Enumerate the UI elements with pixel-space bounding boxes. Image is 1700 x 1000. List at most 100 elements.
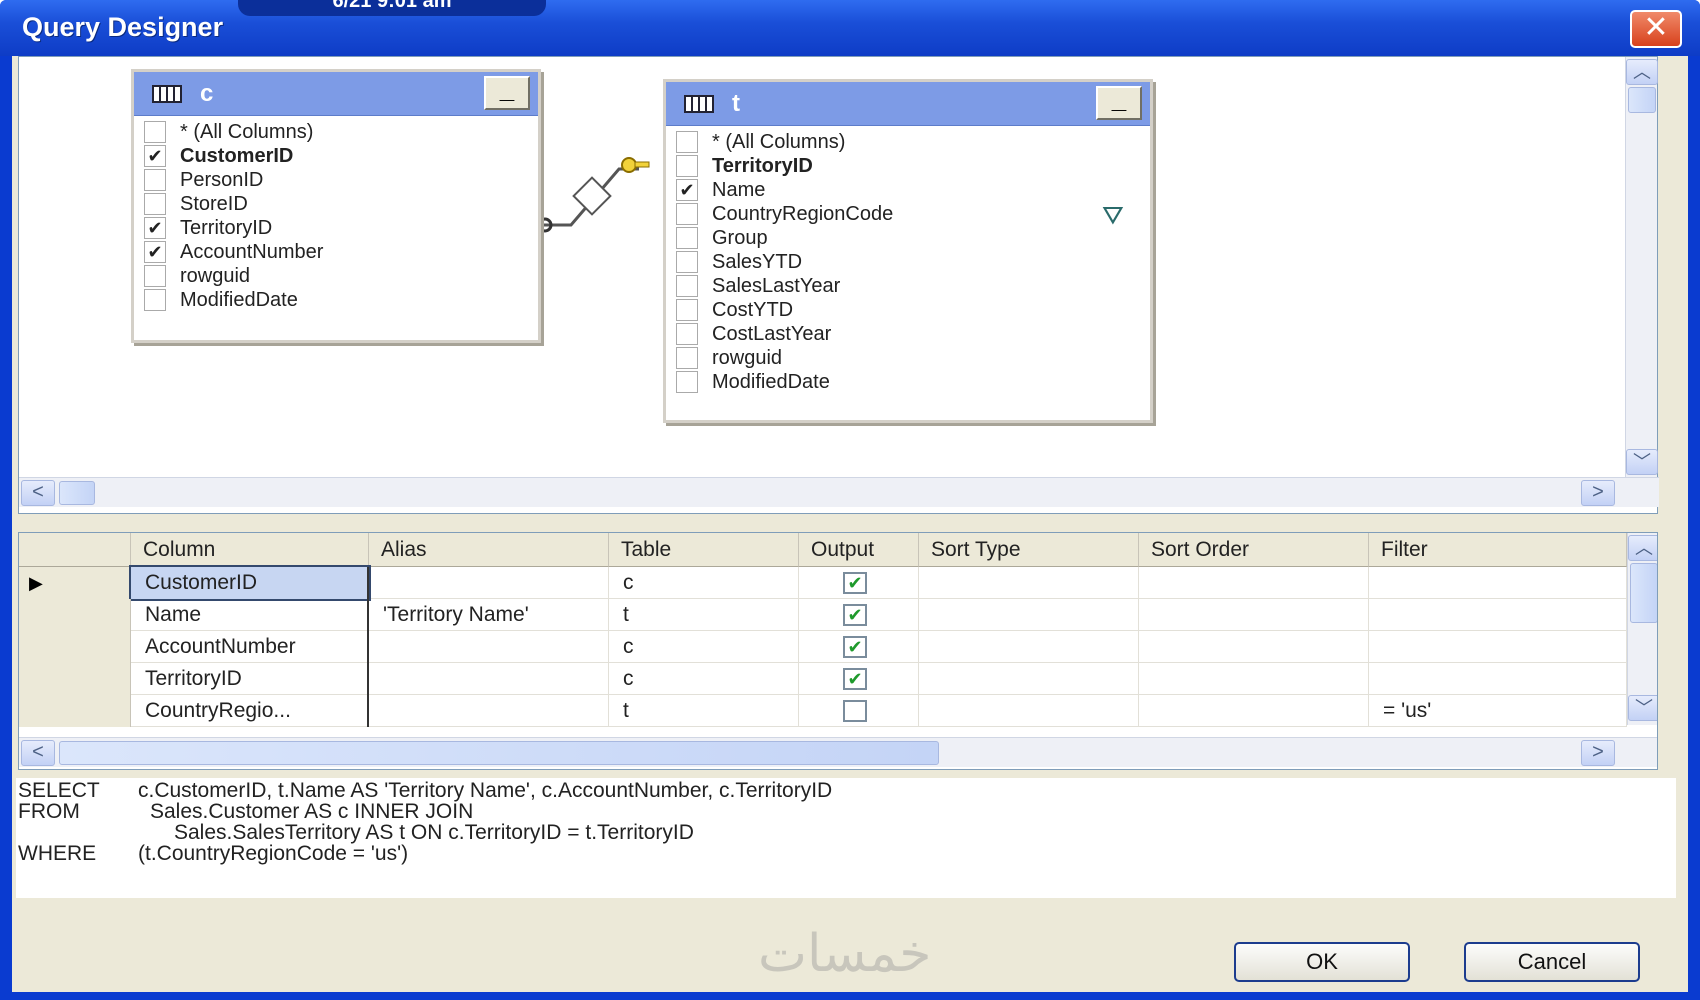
scroll-left-icon[interactable]: <	[21, 480, 55, 506]
table-column-row[interactable]: rowguid	[672, 346, 1144, 370]
output-checkbox-checked[interactable]: ✔	[843, 668, 867, 690]
column-checkbox[interactable]	[676, 299, 698, 321]
table-column-row[interactable]: ✔ Name	[672, 178, 1144, 202]
column-checkbox-checked[interactable]: ✔	[676, 179, 698, 201]
output-checkbox-checked[interactable]: ✔	[843, 572, 867, 594]
grid-header-output[interactable]: Output	[799, 533, 919, 567]
diagram-pane[interactable]: c _ * (All Columns) ✔ CustomerID PersonID St…	[18, 56, 1659, 514]
grid-cell-filter[interactable]	[1369, 599, 1627, 631]
row-selector[interactable]	[19, 695, 131, 727]
table-row[interactable]: CountryRegio... t = 'us'	[19, 695, 1627, 727]
column-checkbox[interactable]	[144, 265, 166, 287]
column-checkbox[interactable]	[676, 347, 698, 369]
table-column-row[interactable]: CostLastYear	[672, 322, 1144, 346]
output-checkbox-checked[interactable]: ✔	[843, 604, 867, 626]
column-checkbox[interactable]	[676, 371, 698, 393]
table-row[interactable]: ▶ CustomerID c ✔	[19, 565, 1627, 601]
grid-horizontal-scrollbar[interactable]: < >	[19, 737, 1657, 767]
output-checkbox-checked[interactable]: ✔	[843, 636, 867, 658]
grid-cell-sort-order[interactable]	[1139, 663, 1369, 695]
criteria-grid[interactable]: Column Alias Table Output Sort Type Sort…	[18, 532, 1658, 770]
column-checkbox[interactable]	[676, 203, 698, 225]
column-checkbox-checked[interactable]: ✔	[144, 241, 166, 263]
grid-cell-alias[interactable]: 'Territory Name'	[369, 599, 609, 631]
minimize-button[interactable]: _	[1096, 86, 1142, 120]
grid-cell-alias[interactable]	[369, 567, 609, 599]
grid-cell-column[interactable]: TerritoryID	[131, 663, 369, 695]
grid-cell-filter[interactable]	[1369, 663, 1627, 695]
grid-cell-sort-order[interactable]	[1139, 695, 1369, 727]
grid-cell-table[interactable]: c	[609, 631, 799, 663]
table-column-row[interactable]: ✔ TerritoryID	[140, 216, 532, 240]
grid-cell-sort-type[interactable]	[919, 599, 1139, 631]
table-row[interactable]: Name 'Territory Name' t ✔	[19, 599, 1627, 631]
table-column-row[interactable]: ModifiedDate	[140, 288, 532, 312]
table-column-row[interactable]: PersonID	[140, 168, 532, 192]
row-selector[interactable]	[19, 663, 131, 695]
grid-cell-sort-type[interactable]	[919, 663, 1139, 695]
output-checkbox[interactable]	[843, 700, 867, 722]
table-t-header[interactable]: t _	[666, 82, 1150, 126]
column-checkbox[interactable]	[676, 323, 698, 345]
scroll-right-icon[interactable]: >	[1581, 480, 1615, 506]
grid-header-filter[interactable]: Filter	[1369, 533, 1627, 567]
column-checkbox[interactable]	[144, 121, 166, 143]
grid-vscroll-thumb[interactable]	[1630, 563, 1657, 623]
table-column-row[interactable]: CountryRegionCode ⛛	[672, 200, 1144, 230]
column-checkbox[interactable]	[676, 275, 698, 297]
table-column-row[interactable]: * (All Columns)	[672, 130, 1144, 154]
table-column-row[interactable]: ModifiedDate	[672, 370, 1144, 394]
scroll-up-icon[interactable]: ︿	[1626, 59, 1658, 85]
minimize-button[interactable]: _	[484, 76, 530, 110]
table-column-row[interactable]: TerritoryID	[672, 154, 1144, 178]
grid-cell-filter[interactable]	[1369, 631, 1627, 663]
grid-cell-table[interactable]: t	[609, 599, 799, 631]
column-checkbox-checked[interactable]: ✔	[144, 145, 166, 167]
row-selector[interactable]: ▶	[19, 567, 131, 599]
table-row[interactable]: TerritoryID c ✔	[19, 663, 1627, 695]
table-c-header[interactable]: c _	[134, 72, 538, 116]
diagram-hscroll-thumb[interactable]	[59, 481, 95, 505]
grid-header-sort-type[interactable]: Sort Type	[919, 533, 1139, 567]
grid-cell-column[interactable]: Name	[131, 599, 369, 631]
close-button[interactable]: ✕	[1630, 10, 1682, 48]
scroll-left-icon[interactable]: <	[21, 740, 55, 766]
grid-cell-sort-order[interactable]	[1139, 631, 1369, 663]
diagram-vscroll-thumb[interactable]	[1628, 87, 1656, 113]
column-checkbox-checked[interactable]: ✔	[144, 217, 166, 239]
table-row[interactable]: AccountNumber c ✔	[19, 631, 1627, 663]
table-column-row[interactable]: * (All Columns)	[140, 120, 532, 144]
grid-cell-alias[interactable]	[369, 663, 609, 695]
grid-cell-alias[interactable]	[369, 631, 609, 663]
diagram-vertical-scrollbar[interactable]: ︿ ﹀	[1625, 57, 1658, 477]
scroll-down-icon[interactable]: ﹀	[1626, 449, 1658, 475]
table-t[interactable]: t _ * (All Columns) TerritoryID ✔ Name Count…	[663, 79, 1153, 423]
table-column-row[interactable]: CostYTD	[672, 298, 1144, 322]
grid-hscroll-thumb[interactable]	[59, 741, 939, 765]
grid-cell-filter[interactable]: = 'us'	[1369, 695, 1627, 727]
grid-cell-alias[interactable]	[369, 695, 609, 727]
table-column-row[interactable]: rowguid	[140, 264, 532, 288]
column-checkbox[interactable]	[676, 131, 698, 153]
table-column-row[interactable]: SalesYTD	[672, 250, 1144, 274]
grid-cell-column[interactable]: AccountNumber	[131, 631, 369, 663]
table-column-row[interactable]: StoreID	[140, 192, 532, 216]
table-column-row[interactable]: SalesLastYear	[672, 274, 1144, 298]
grid-cell-table[interactable]: c	[609, 663, 799, 695]
column-checkbox[interactable]	[676, 251, 698, 273]
grid-vertical-scrollbar[interactable]: ︿ ﹀	[1627, 533, 1657, 725]
column-checkbox[interactable]	[676, 155, 698, 177]
column-checkbox[interactable]	[144, 169, 166, 191]
row-selector[interactable]	[19, 631, 131, 663]
row-selector[interactable]	[19, 599, 131, 631]
diagram-horizontal-scrollbar[interactable]: < >	[19, 477, 1659, 507]
scroll-right-icon[interactable]: >	[1581, 740, 1615, 766]
grid-cell-sort-type[interactable]	[919, 695, 1139, 727]
grid-cell-filter[interactable]	[1369, 567, 1627, 599]
grid-header-column[interactable]: Column	[131, 533, 369, 567]
grid-header-sort-order[interactable]: Sort Order	[1139, 533, 1369, 567]
grid-cell-sort-type[interactable]	[919, 567, 1139, 599]
grid-cell-column[interactable]: CountryRegio...	[131, 695, 369, 727]
grid-header-table[interactable]: Table	[609, 533, 799, 567]
table-c[interactable]: c _ * (All Columns) ✔ CustomerID PersonID St…	[131, 69, 541, 343]
